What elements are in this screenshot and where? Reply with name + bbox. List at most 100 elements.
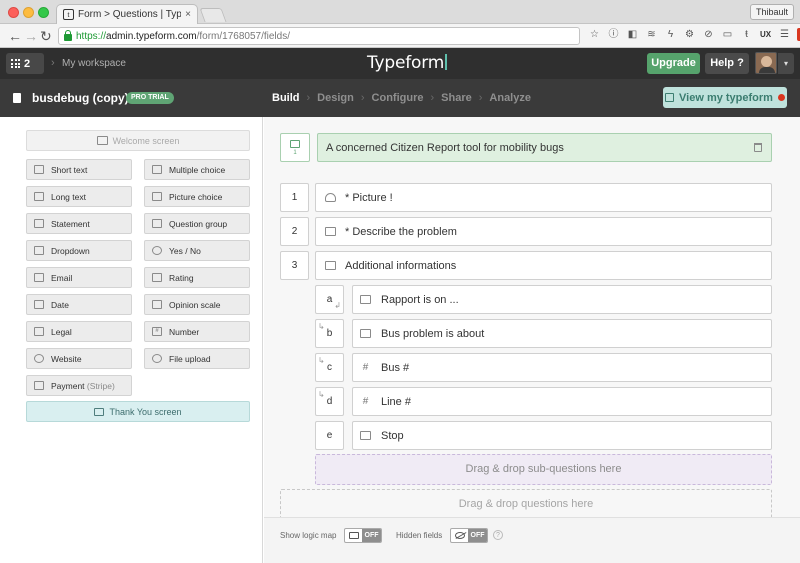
qtype-legal[interactable]: Legal bbox=[26, 321, 132, 342]
qtype-short-text[interactable]: Short text bbox=[26, 159, 132, 180]
back-icon[interactable]: ← bbox=[8, 27, 22, 45]
welcome-screen-marker[interactable]: 1 bbox=[280, 133, 310, 162]
qtype-long-text[interactable]: Long text bbox=[26, 186, 132, 207]
thank-you-screen-button[interactable]: Thank You screen bbox=[26, 401, 250, 422]
url-path: /form/1768057/fields/ bbox=[196, 30, 290, 42]
form-title[interactable]: busdebug (copy) bbox=[32, 91, 129, 105]
sub-question-letter[interactable]: ↳ d bbox=[315, 387, 344, 416]
hidden-fields-toggle[interactable]: OFF bbox=[450, 528, 488, 543]
question-group-icon bbox=[152, 219, 162, 228]
new-tab-button[interactable] bbox=[199, 8, 227, 22]
question-text: * Picture ! bbox=[345, 191, 393, 204]
website-icon bbox=[34, 354, 44, 363]
qtype-email[interactable]: Email bbox=[26, 267, 132, 288]
pro-trial-badge: PRO TRIAL bbox=[126, 92, 174, 104]
block-icon[interactable]: ⊘ bbox=[702, 28, 715, 41]
sub-question-letter[interactable]: ↳ c bbox=[315, 353, 344, 382]
maximize-window-button[interactable] bbox=[38, 7, 49, 18]
step-design[interactable]: Design bbox=[317, 92, 354, 104]
welcome-screen-row[interactable]: A concerned Citizen Report tool for mobi… bbox=[317, 133, 772, 162]
question-row[interactable]: * Picture ! bbox=[315, 183, 772, 212]
sub-question-letter[interactable]: a ↲ bbox=[315, 285, 344, 314]
sub-question-letter[interactable]: e bbox=[315, 421, 344, 450]
bookmark-star-icon[interactable]: ☆ bbox=[588, 28, 601, 41]
sub-question-row[interactable]: Rapport is on ... bbox=[352, 285, 772, 314]
multiple-choice-icon bbox=[152, 165, 162, 174]
ux-icon[interactable]: UX bbox=[759, 28, 772, 41]
question-number[interactable]: 2 bbox=[280, 217, 309, 246]
sub-question-row[interactable]: # Bus # bbox=[352, 353, 772, 382]
browser-profile-button[interactable]: Thibault bbox=[749, 4, 794, 20]
menu-icon[interactable]: ☰ bbox=[778, 28, 791, 41]
sub-question-text: Stop bbox=[381, 429, 404, 442]
qtype-question-group[interactable]: Question group bbox=[144, 213, 250, 234]
trash-icon[interactable] bbox=[754, 143, 762, 152]
forward-icon[interactable]: → bbox=[24, 27, 38, 45]
welcome-screen-button[interactable]: Welcome screen bbox=[26, 130, 250, 151]
question-number[interactable]: 3 bbox=[280, 251, 309, 280]
close-window-button[interactable] bbox=[8, 7, 19, 18]
logic-map-icon bbox=[348, 532, 359, 539]
typeform-logo[interactable]: Typeform bbox=[367, 53, 447, 73]
layers-icon[interactable]: ≋ bbox=[645, 28, 658, 41]
tab-close-icon[interactable]: × bbox=[185, 9, 191, 20]
sub-question-row[interactable]: # Line # bbox=[352, 387, 772, 416]
logic-map-toggle[interactable]: OFF bbox=[344, 528, 382, 543]
qtype-number[interactable]: # Number bbox=[144, 321, 250, 342]
gear-icon[interactable]: ⚙ bbox=[683, 28, 696, 41]
question-row[interactable]: * Describe the problem bbox=[315, 217, 772, 246]
workspace-count: 2 bbox=[24, 57, 31, 70]
cast-icon[interactable]: ▭ bbox=[721, 28, 734, 41]
workspace-link[interactable]: My workspace bbox=[62, 58, 126, 69]
upgrade-button[interactable]: Upgrade bbox=[647, 53, 700, 74]
qtype-date[interactable]: Date bbox=[26, 294, 132, 315]
step-separator-icon: › bbox=[430, 92, 435, 104]
thank-you-screen-label: Thank You screen bbox=[109, 406, 182, 417]
logic-jump-icon: ↳ bbox=[318, 322, 325, 331]
step-build[interactable]: Build bbox=[272, 92, 300, 104]
drop-sub-questions-zone[interactable]: Drag & drop sub-questions here bbox=[315, 454, 772, 485]
qtype-yes-no[interactable]: Yes / No bbox=[144, 240, 250, 261]
bolt-icon[interactable]: ϟ bbox=[664, 28, 677, 41]
question-group-row[interactable]: Additional informations bbox=[315, 251, 772, 280]
sub-question-letter[interactable]: ↳ b bbox=[315, 319, 344, 348]
qtype-statement[interactable]: Statement bbox=[26, 213, 132, 234]
qtype-rating[interactable]: Rating bbox=[144, 267, 250, 288]
qtype-file-upload[interactable]: File upload bbox=[144, 348, 250, 369]
qtype-website[interactable]: Website bbox=[26, 348, 132, 369]
t-icon[interactable]: ŧ bbox=[740, 28, 753, 41]
lock-icon bbox=[64, 30, 72, 41]
step-configure[interactable]: Configure bbox=[372, 92, 424, 104]
file-upload-icon bbox=[152, 354, 162, 363]
qtype-payment[interactable]: Payment (Stripe) bbox=[26, 375, 132, 396]
hidden-fields-help-icon[interactable]: ? bbox=[493, 530, 503, 540]
qtype-multiple-choice[interactable]: Multiple choice bbox=[144, 159, 250, 180]
qtype-dropdown[interactable]: Dropdown bbox=[26, 240, 132, 261]
builder-steps-nav: Build › Design › Configure › Share › Ana… bbox=[272, 92, 531, 104]
qtype-opinion-scale[interactable]: Opinion scale bbox=[144, 294, 250, 315]
url-input[interactable]: https://admin.typeform.com/form/1768057/… bbox=[58, 27, 580, 45]
logic-map-label: Show logic map bbox=[280, 531, 337, 540]
reload-icon[interactable]: ↻ bbox=[40, 27, 52, 45]
hidden-fields-label: Hidden fields bbox=[396, 531, 443, 540]
sub-question-row[interactable]: Stop bbox=[352, 421, 772, 450]
thank-you-screen-icon bbox=[94, 407, 105, 416]
sub-question-row[interactable]: Bus problem is about bbox=[352, 319, 772, 348]
step-share[interactable]: Share bbox=[441, 92, 472, 104]
qtype-picture-choice[interactable]: Picture choice bbox=[144, 186, 250, 207]
yes-no-icon bbox=[152, 246, 162, 255]
question-number[interactable]: 1 bbox=[280, 183, 309, 212]
step-analyze[interactable]: Analyze bbox=[489, 92, 531, 104]
avatar[interactable] bbox=[755, 52, 777, 74]
help-button[interactable]: Help ? bbox=[705, 53, 749, 74]
browser-tab[interactable]: t Form > Questions | Typeform × bbox=[56, 4, 198, 24]
drop-questions-zone[interactable]: Drag & drop questions here bbox=[280, 489, 772, 519]
workspaces-button[interactable]: 2 bbox=[6, 53, 44, 74]
minimize-window-button[interactable] bbox=[23, 7, 34, 18]
typeform-favicon-icon: t bbox=[63, 9, 74, 20]
info-icon[interactable]: ⓘ bbox=[607, 28, 620, 41]
welcome-screen-icon bbox=[96, 136, 108, 145]
account-menu-caret-icon[interactable]: ▾ bbox=[778, 53, 794, 74]
extension-icon[interactable]: ◧ bbox=[626, 28, 639, 41]
view-my-typeform-button[interactable]: View my typeform bbox=[663, 87, 787, 108]
